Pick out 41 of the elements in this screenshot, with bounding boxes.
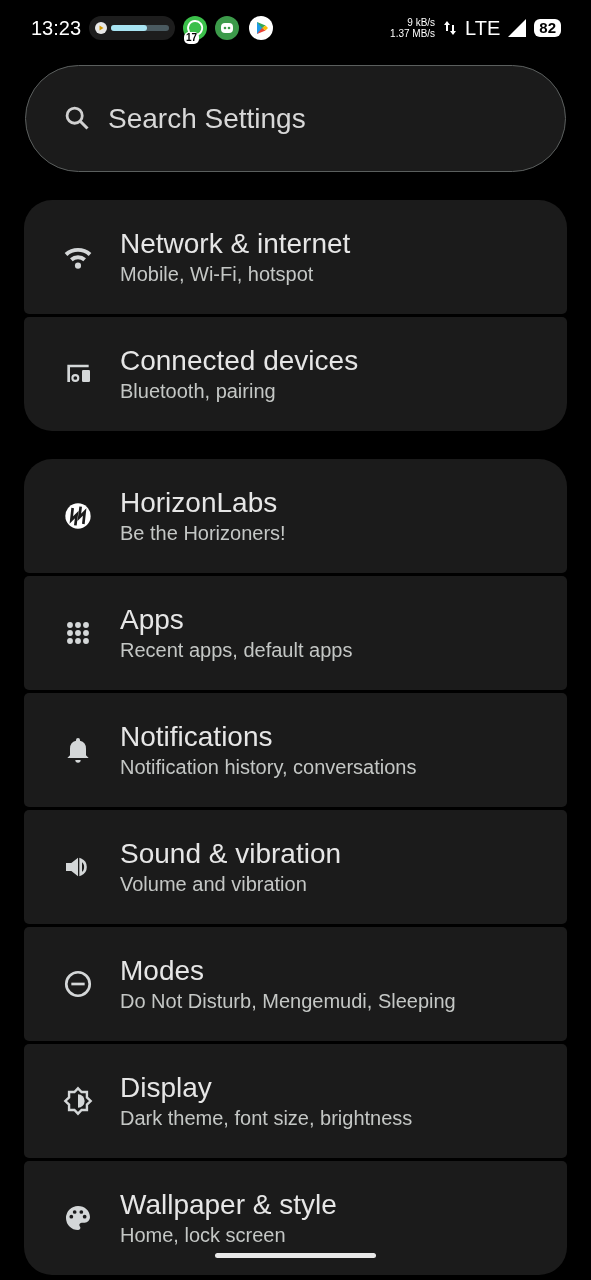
network-type: LTE — [465, 15, 501, 41]
item-title: Network & internet — [120, 227, 351, 261]
item-title: Modes — [120, 954, 206, 988]
search-field[interactable]: Search Settings — [25, 65, 566, 172]
item-subtitle: Dark theme, font size, brightness — [120, 1106, 413, 1131]
download-speed: 1.37 MB/s — [390, 27, 436, 39]
play-icon — [95, 21, 108, 34]
item-subtitle: Bluetooth, pairing — [120, 379, 277, 404]
item-title: Notifications — [120, 720, 274, 754]
item-subtitle: Be the Horizoners! — [120, 521, 286, 546]
settings-item[interactable]: Apps Recent apps, default apps — [24, 576, 567, 690]
item-title: Display — [120, 1071, 213, 1105]
item-subtitle: Volume and vibration — [120, 872, 308, 897]
item-title: HorizonLabs — [120, 486, 279, 520]
item-subtitle: Home, lock screen — [120, 1223, 287, 1248]
item-title: Apps — [120, 603, 185, 637]
item-subtitle: Notification history, conversations — [120, 755, 417, 780]
battery-level: 82 — [534, 18, 561, 37]
settings-item[interactable]: Connected devices Bluetooth, pairing — [24, 317, 567, 431]
settings-item[interactable]: Modes Do Not Disturb, Mengemudi, Sleeping — [24, 927, 567, 1041]
logo-icon — [62, 500, 94, 532]
settings-item[interactable]: Display Dark theme, font size, brightness — [24, 1044, 567, 1158]
item-subtitle: Recent apps, default apps — [120, 638, 353, 663]
brightness-icon — [62, 1085, 94, 1117]
minus-circle-icon — [62, 968, 94, 1000]
item-title: Sound & vibration — [120, 837, 342, 871]
data-transfer-icon — [443, 19, 458, 36]
settings-item[interactable]: Notifications Notification history, conversations — [24, 693, 567, 807]
item-subtitle: Do Not Disturb, Mengemudi, Sleeping — [120, 989, 456, 1014]
item-title: Wallpaper & style — [120, 1188, 337, 1222]
upload-speed: 9 kB/s — [406, 16, 436, 28]
item-title: Connected devices — [120, 344, 359, 378]
item-subtitle: Mobile, Wi-Fi, hotspot — [120, 262, 315, 287]
signal-icon — [508, 18, 527, 37]
settings-item[interactable]: HorizonLabs Be the Horizoners! — [24, 459, 567, 573]
settings-item[interactable]: Sound & vibration Volume and vibration — [24, 810, 567, 924]
store-app-icon — [249, 15, 274, 40]
settings-item[interactable]: Wallpaper & style Home, lock screen — [24, 1161, 567, 1275]
robot-app-icon — [215, 15, 240, 40]
settings-item[interactable]: Network & internet Mobile, Wi-Fi, hotspot — [24, 200, 567, 314]
clock-time: 13:23 — [31, 15, 82, 41]
